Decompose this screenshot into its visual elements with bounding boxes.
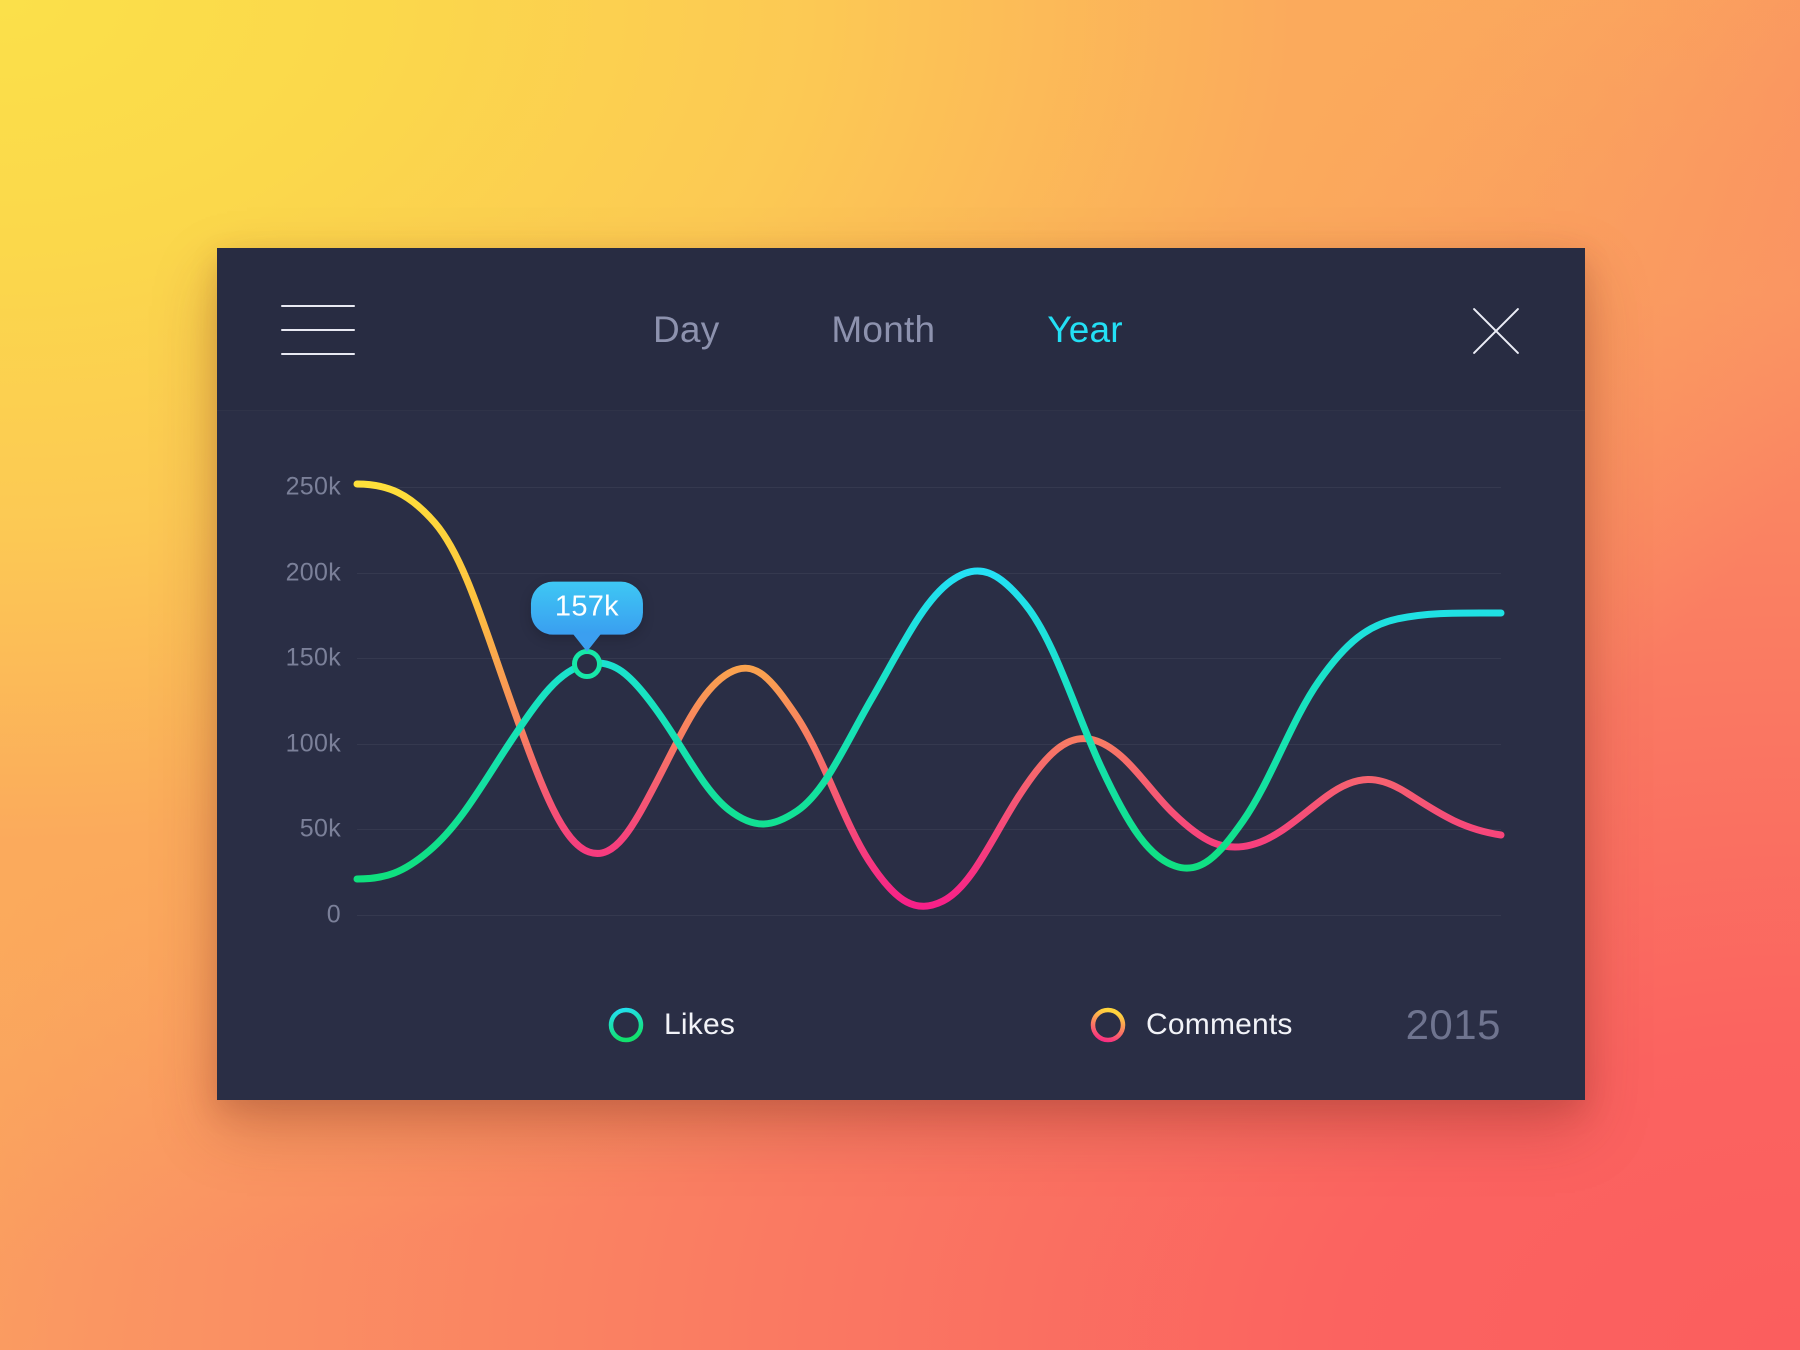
tooltip-pointer (571, 632, 602, 652)
comments-legend-ring-icon (1090, 1007, 1126, 1043)
hamburger-line (281, 329, 355, 331)
likes-line (353, 567, 1505, 883)
y-axis-tick-label: 100k (285, 729, 341, 758)
panel-header: Day Month Year (217, 248, 1585, 411)
legend-label-likes: Likes (664, 1008, 736, 1041)
gridline (357, 572, 1501, 574)
y-axis-tick-label: 150k (285, 643, 341, 672)
analytics-panel: Day Month Year 0 50k 100k 150k 200k 250k (217, 248, 1585, 1100)
value-tooltip: 157k (530, 581, 643, 652)
likes-legend-ring-icon (608, 1007, 644, 1043)
gridline (357, 829, 1501, 831)
tab-year[interactable]: Year (991, 311, 1179, 348)
gridline (357, 915, 1501, 916)
y-axis-tick-label: 50k (299, 814, 341, 843)
tab-day[interactable]: Day (597, 311, 775, 348)
legend-item-likes[interactable]: Likes (607, 1006, 735, 1044)
hamburger-line (281, 305, 355, 307)
legend-item-comments[interactable]: Comments (1089, 1006, 1293, 1044)
gridline (357, 743, 1501, 745)
tooltip-value: 157k (530, 581, 643, 635)
legend-label-comments: Comments (1146, 1008, 1293, 1041)
close-x-icon[interactable] (1469, 304, 1523, 358)
likes-data-point-marker[interactable] (571, 648, 602, 679)
y-axis-tick-label: 200k (285, 558, 341, 587)
gridline (357, 487, 1501, 489)
y-axis-tick-label: 0 (326, 900, 341, 929)
comments-line (353, 480, 1505, 910)
y-axis-tick-label: 250k (285, 472, 341, 501)
hamburger-menu-icon[interactable] (281, 305, 355, 355)
chart-body: 0 50k 100k 150k 200k 250k 157k Likes Com… (217, 411, 1585, 1100)
year-label: 2015 (1405, 1001, 1501, 1048)
hamburger-line (281, 353, 355, 355)
gridline (357, 658, 1501, 660)
chart-legend: Likes Comments 2015 (217, 950, 1585, 1100)
tab-month[interactable]: Month (775, 311, 991, 348)
period-tabs: Day Month Year (597, 248, 1179, 411)
